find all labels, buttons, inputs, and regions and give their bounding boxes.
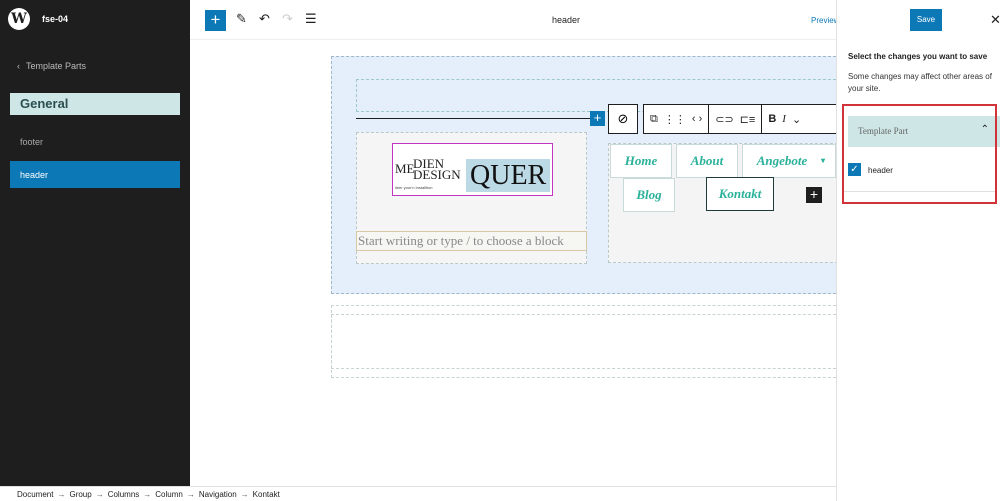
empty-group-block-inner[interactable] [331, 314, 836, 369]
breadcrumb-separator: → [143, 490, 152, 499]
save-panel-heading: Select the changes you want to save [848, 52, 988, 61]
logo-subtitle: lieer your'n Installtion [395, 185, 433, 190]
submenu-icon[interactable]: ⧉ [650, 113, 658, 126]
list-view-icon[interactable]: ☰ [305, 11, 317, 27]
add-nav-item-icon[interactable]: + [806, 187, 822, 203]
breadcrumb-separator: → [186, 490, 195, 499]
save-button[interactable]: Save [910, 9, 942, 31]
chevron-left-icon: ‹ [17, 61, 20, 71]
add-submenu-icon[interactable]: ⊏≡ [740, 113, 756, 126]
separator-line [356, 118, 601, 119]
document-title[interactable]: header [552, 15, 580, 25]
breadcrumb-column[interactable]: Column [155, 490, 183, 499]
logo-text-me: ME [395, 161, 415, 176]
editor-canvas: + ME DIEN DESIGN lieer your'n Installtion… [190, 40, 836, 486]
wordpress-logo-icon[interactable]: W [8, 8, 30, 30]
block-toolbar-group-2: ⊂⊃ ⊏≡ [709, 105, 763, 133]
nav-item-angebote[interactable]: Angebote ▾ [742, 144, 836, 178]
nav-item-kontakt[interactable]: Kontakt [706, 177, 774, 211]
logo-text-design: DESIGN [413, 167, 461, 182]
insert-block-icon[interactable]: + [590, 111, 605, 126]
sidebar-item-header[interactable]: header [10, 161, 180, 188]
sidebar-section-title: General [10, 93, 180, 115]
back-to-template-parts[interactable]: ‹ Template Parts [17, 61, 86, 71]
move-arrows-icon[interactable]: ‹ › [692, 113, 702, 125]
chevron-down-icon: ▾ [820, 156, 825, 165]
drag-handle-icon[interactable]: ⋮⋮ [664, 113, 686, 126]
app-root: W fse-04 ‹ Template Parts General footer… [0, 0, 1000, 501]
breadcrumb-separator: → [95, 490, 104, 499]
nav-item-about[interactable]: About [676, 144, 738, 178]
navigation-compass-icon: ⊘ [617, 111, 629, 126]
breadcrumb-document[interactable]: Document [17, 490, 53, 499]
site-logo[interactable]: ME DIEN DESIGN lieer your'n Installtion Q… [392, 143, 553, 196]
site-editor-sidebar: W fse-04 ‹ Template Parts General footer… [0, 0, 190, 486]
breadcrumb-kontakt[interactable]: Kontakt [253, 490, 280, 499]
breadcrumb-group[interactable]: Group [69, 490, 91, 499]
editor-top-toolbar: + ✎ ↶ ↷ ☰ header Preview [190, 0, 839, 40]
compass-icon[interactable]: ⊘ [608, 104, 638, 134]
breadcrumb-separator: → [240, 490, 249, 499]
pencil-icon[interactable]: ✎ [236, 11, 247, 27]
site-name: fse-04 [42, 14, 69, 24]
block-toolbar-group-1: ⧉ ⋮⋮ ‹ › [644, 105, 710, 133]
logo-text-quer: QUER [466, 159, 550, 192]
nav-item-angebote-label: Angebote [756, 153, 808, 168]
link-icon[interactable]: ⊂⊃ [715, 113, 733, 126]
italic-button[interactable]: I [782, 113, 786, 125]
close-icon[interactable]: ✕ [990, 12, 1000, 28]
save-changes-panel: Save ✕ Select the changes you want to sa… [836, 0, 1000, 501]
sidebar-item-footer[interactable]: footer [10, 128, 180, 155]
back-link-label: Template Parts [26, 61, 87, 71]
more-options-chevron-icon[interactable]: ⌄ [792, 113, 801, 126]
redo-icon[interactable]: ↷ [282, 11, 293, 27]
undo-icon[interactable]: ↶ [259, 11, 270, 27]
logo-text-dien: DIEN DESIGN [413, 157, 461, 182]
breadcrumb-navigation[interactable]: Navigation [199, 490, 237, 499]
save-panel-note: Some changes may affect other areas of y… [848, 72, 992, 93]
paragraph-placeholder[interactable]: Start writing or type / to choose a bloc… [356, 231, 587, 251]
highlight-annotation-box [842, 104, 997, 204]
nav-item-blog[interactable]: Blog [623, 178, 675, 212]
block-toolbar: ⧉ ⋮⋮ ‹ › ⊂⊃ ⊏≡ B I ⌄ [643, 104, 836, 134]
nav-item-home[interactable]: Home [610, 144, 672, 178]
breadcrumb-separator: → [57, 490, 66, 499]
bold-button[interactable]: B [768, 113, 776, 125]
breadcrumb-columns[interactable]: Columns [108, 490, 140, 499]
block-breadcrumb: Document → Group → Columns → Column → Na… [0, 486, 836, 501]
block-toolbar-group-3: B I ⌄ [762, 105, 807, 133]
block-inserter-button[interactable]: + [205, 10, 226, 31]
